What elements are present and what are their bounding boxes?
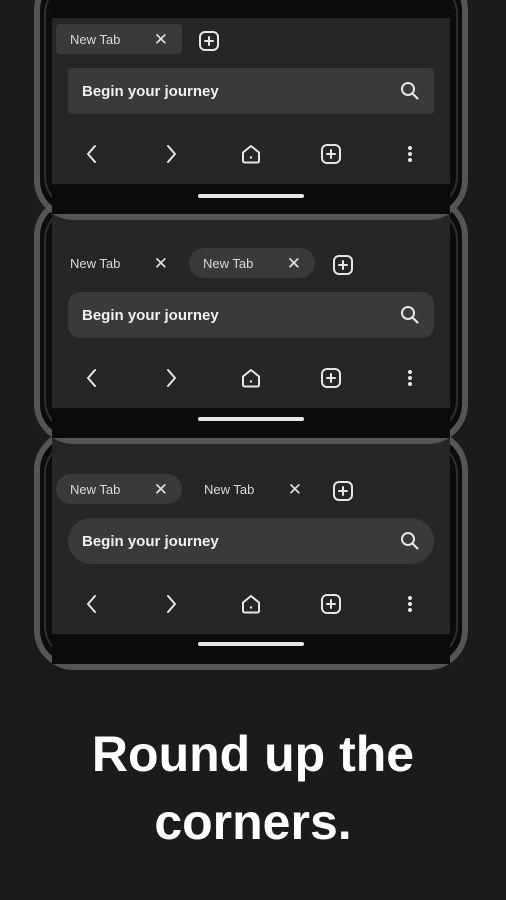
close-tab-icon[interactable]: ✕ xyxy=(154,481,168,498)
search-icon[interactable] xyxy=(400,81,420,101)
forward-button[interactable] xyxy=(132,134,212,174)
search-placeholder: Begin your journey xyxy=(82,306,219,324)
home-button[interactable] xyxy=(211,358,291,398)
search-placeholder: Begin your journey xyxy=(82,532,219,550)
new-tab-plus-icon[interactable] xyxy=(198,30,220,52)
tab-label: New Tab xyxy=(70,255,121,271)
plus-square-icon xyxy=(320,368,341,388)
plus-square-icon xyxy=(320,594,341,614)
phone-mockup-2: New Tab ✕ New Tab ✕ Begin your journey xyxy=(34,196,468,444)
forward-button[interactable] xyxy=(132,584,212,624)
gesture-handle[interactable] xyxy=(198,417,304,421)
plus-square-icon xyxy=(320,144,341,164)
back-button[interactable] xyxy=(52,584,132,624)
home-button[interactable] xyxy=(211,584,291,624)
gesture-handle[interactable] xyxy=(198,194,304,198)
more-vertical-icon xyxy=(408,370,413,386)
chevron-right-icon xyxy=(167,369,177,387)
bottom-toolbar xyxy=(52,584,450,624)
gesture-area xyxy=(52,634,450,664)
headline-line-2: corners. xyxy=(154,794,352,850)
gesture-area xyxy=(52,408,450,438)
tab-strip: New Tab ✕ New Tab ✕ xyxy=(52,470,450,516)
close-tab-icon[interactable]: ✕ xyxy=(287,255,301,272)
bottom-toolbar xyxy=(52,134,450,174)
more-vertical-icon xyxy=(408,596,413,612)
tab-label: New Tab xyxy=(70,31,121,47)
headline-line-1: Round up the xyxy=(91,726,415,782)
tab-label: New Tab xyxy=(203,255,254,271)
forward-button[interactable] xyxy=(132,358,212,398)
tab[interactable]: New Tab ✕ xyxy=(190,474,316,504)
home-icon xyxy=(241,595,260,614)
home-button[interactable] xyxy=(211,134,291,174)
close-tab-icon[interactable]: ✕ xyxy=(154,31,168,48)
gesture-handle[interactable] xyxy=(198,642,304,646)
gesture-area xyxy=(52,184,450,214)
menu-button[interactable] xyxy=(370,134,450,174)
new-tab-button[interactable] xyxy=(291,584,371,624)
more-vertical-icon xyxy=(408,146,413,162)
browser-screen: New Tab ✕ Begin your journey xyxy=(52,0,450,214)
tab-label: New Tab xyxy=(70,481,121,497)
chevron-left-icon xyxy=(86,145,96,163)
tab[interactable]: New Tab ✕ xyxy=(56,474,182,504)
search-placeholder: Begin your journey xyxy=(82,82,219,100)
new-tab-button[interactable] xyxy=(291,358,371,398)
bottom-toolbar xyxy=(52,358,450,398)
tab[interactable]: New Tab ✕ xyxy=(56,248,182,278)
tab[interactable]: New Tab ✕ xyxy=(56,24,182,54)
headline: Round up the corners. xyxy=(0,720,506,856)
phone-mockup-3: New Tab ✕ New Tab ✕ Begin your journey xyxy=(34,430,468,670)
search-bar[interactable]: Begin your journey xyxy=(68,292,434,338)
tab[interactable]: New Tab ✕ xyxy=(189,248,315,278)
back-button[interactable] xyxy=(52,134,132,174)
back-button[interactable] xyxy=(52,358,132,398)
close-tab-icon[interactable]: ✕ xyxy=(288,481,302,498)
status-area xyxy=(52,0,450,18)
chevron-left-icon xyxy=(86,369,96,387)
search-bar[interactable]: Begin your journey xyxy=(68,68,434,114)
menu-button[interactable] xyxy=(370,584,450,624)
close-tab-icon[interactable]: ✕ xyxy=(154,255,168,272)
home-icon xyxy=(241,145,260,164)
browser-screen: New Tab ✕ New Tab ✕ Begin your journey xyxy=(52,202,450,438)
home-icon xyxy=(241,369,260,388)
menu-button[interactable] xyxy=(370,358,450,398)
tab-strip: New Tab ✕ xyxy=(52,20,450,66)
browser-screen: New Tab ✕ New Tab ✕ Begin your journey xyxy=(52,436,450,664)
tab-label: New Tab xyxy=(204,481,255,497)
tab-strip: New Tab ✕ New Tab ✕ xyxy=(52,244,450,290)
search-icon[interactable] xyxy=(400,305,420,325)
phone-mockup-1: New Tab ✕ Begin your journey xyxy=(34,0,468,220)
new-tab-plus-icon[interactable] xyxy=(332,254,354,276)
search-bar[interactable]: Begin your journey xyxy=(68,518,434,564)
chevron-right-icon xyxy=(167,595,177,613)
new-tab-plus-icon[interactable] xyxy=(332,480,354,502)
chevron-left-icon xyxy=(86,595,96,613)
search-icon[interactable] xyxy=(400,531,420,551)
chevron-right-icon xyxy=(167,145,177,163)
new-tab-button[interactable] xyxy=(291,134,371,174)
